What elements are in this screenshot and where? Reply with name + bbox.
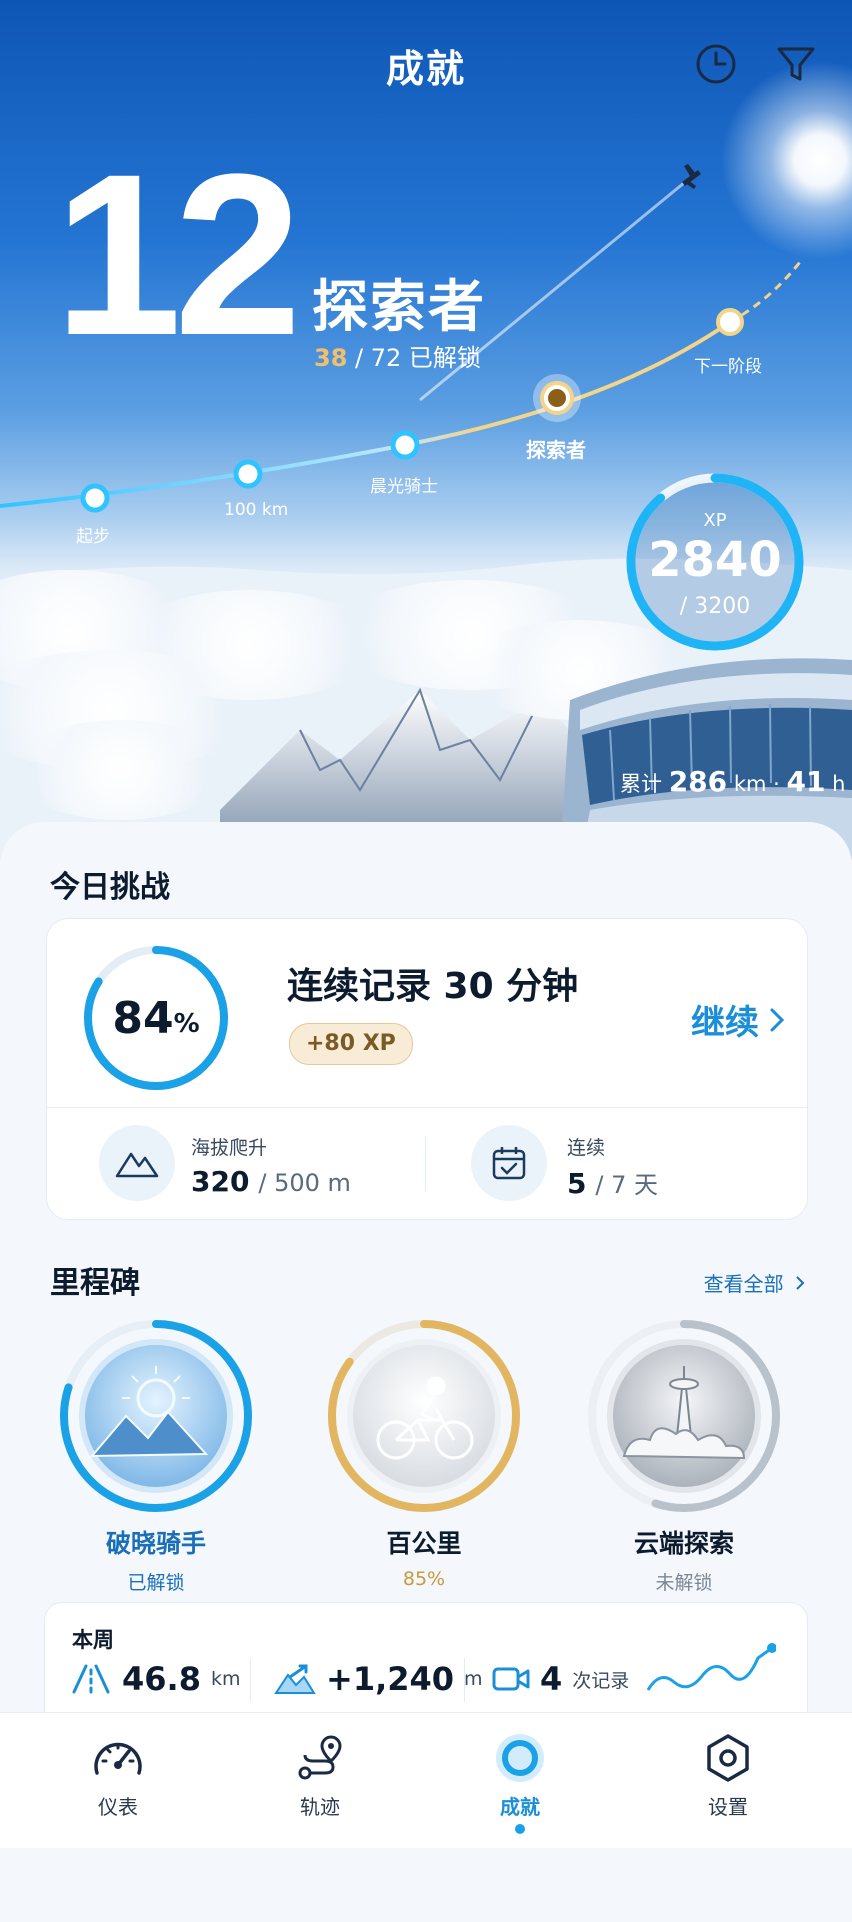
elevation-label: 海拔爬升 <box>191 1137 268 1159</box>
xp-ring: XP 2840 / 3200 <box>623 470 807 654</box>
medal-ring <box>60 1320 252 1512</box>
stat-divider <box>425 1137 426 1191</box>
bottom-tab-bar: 仪表 轨迹 成就 设置 <box>0 1712 852 1848</box>
tab-label: 设置 <box>708 1795 748 1819</box>
path-label-dawn-knight: 晨光骑士 <box>370 477 438 497</box>
path-node <box>716 308 744 336</box>
streak-value: 5 / 7 天 <box>567 1167 659 1200</box>
rank-name: 探索者 <box>312 275 486 340</box>
milestone-name: 云端探索 <box>633 1529 734 1558</box>
weekly-divider <box>250 1658 251 1702</box>
today-challenge-title: 今日挑战 <box>50 870 170 905</box>
speedometer-icon <box>94 1742 142 1775</box>
challenge-progress-ring: 84% <box>81 943 231 1093</box>
card-divider <box>47 1107 807 1108</box>
milestone-hundred-km[interactable]: 百公里 85% <box>324 1316 524 1590</box>
tab-label: 轨迹 <box>300 1795 340 1819</box>
unlocked-count: 38 <box>314 344 348 372</box>
continue-button[interactable]: 继续 <box>691 995 785 1044</box>
medal-ring <box>328 1320 520 1512</box>
xp-value: 2840 <box>648 532 782 588</box>
unlocked-total: / 72 已解锁 <box>355 344 481 372</box>
streak-label: 连续 <box>567 1137 606 1159</box>
weekly-divider <box>464 1658 465 1702</box>
history-button[interactable] <box>692 40 740 88</box>
xp-total: / 3200 <box>679 594 751 619</box>
video-icon <box>492 1667 530 1691</box>
medal-ring <box>588 1320 780 1512</box>
view-all-link[interactable]: 查看全部 <box>704 1268 806 1297</box>
tab-label: 成就 <box>500 1795 540 1819</box>
weekly-trend-sparkline <box>646 1643 776 1691</box>
settings-icon <box>707 1734 749 1782</box>
filter-button[interactable] <box>772 40 820 88</box>
weekly-climb: +1,240 m <box>274 1660 483 1698</box>
milestone-dawn-rider[interactable]: 破晓骑手 已解锁 <box>56 1316 256 1595</box>
climb-icon <box>274 1664 316 1694</box>
challenge-title: 连续记录 30 分钟 <box>287 966 579 1007</box>
streak-stat-icon <box>471 1125 547 1201</box>
active-tab-indicator <box>515 1824 525 1834</box>
milestone-status: 85% <box>402 1568 446 1590</box>
cumulative-distance: 286 <box>668 765 728 798</box>
tab-dashboard[interactable]: 仪表 <box>58 1733 178 1820</box>
level-number: 12 <box>54 126 302 383</box>
mountain-icon <box>115 1152 159 1178</box>
path-node-current <box>533 374 581 422</box>
road-icon <box>72 1664 110 1694</box>
rank-unlock-progress: 38 / 72 已解锁 <box>314 338 481 373</box>
tab-settings[interactable]: 设置 <box>668 1733 788 1820</box>
clock-icon <box>696 44 736 84</box>
weekly-records: 4 次记录 <box>492 1660 629 1698</box>
weekly-distance: 46.8 km <box>70 1660 240 1698</box>
path-label-explorer: 探索者 <box>526 438 586 462</box>
milestone-status: 未解锁 <box>655 1572 713 1594</box>
achievement-icon <box>496 1734 544 1782</box>
route-icon <box>298 1735 342 1780</box>
milestone-name: 破晓骑手 <box>105 1529 206 1558</box>
path-node <box>80 483 110 513</box>
elevation-stat-icon <box>99 1125 175 1201</box>
path-label-next: 下一阶段 <box>694 357 762 377</box>
cumulative-hours: 41 <box>786 765 826 798</box>
filter-icon <box>777 47 815 81</box>
calendar-check-icon <box>492 1147 526 1180</box>
xp-reward-badge: +80 XP <box>289 1023 413 1065</box>
milestones-title: 里程碑 <box>50 1266 140 1301</box>
xp-label: XP <box>703 510 727 531</box>
tab-route[interactable]: 轨迹 <box>260 1733 380 1820</box>
path-label-start: 起步 <box>76 527 110 547</box>
continue-label: 继续 <box>691 1003 759 1043</box>
path-node <box>233 459 263 489</box>
milestone-name: 百公里 <box>386 1529 462 1558</box>
elevation-value: 320 / 500 m <box>191 1165 351 1198</box>
milestone-cloud-explorer[interactable]: 云端探索 未解锁 <box>584 1316 784 1595</box>
tab-achievements[interactable]: 成就 <box>460 1733 580 1834</box>
chevron-right-icon <box>796 1276 805 1290</box>
challenge-card: 84% 连续记录 30 分钟 +80 XP 继续 海拔爬升 320 / 500 … <box>46 918 808 1220</box>
milestone-status: 已解锁 <box>127 1572 185 1594</box>
tab-label: 仪表 <box>98 1795 138 1819</box>
path-node <box>390 430 420 460</box>
path-label-100km: 100 km <box>224 500 289 520</box>
challenge-percent: 84 <box>112 992 174 1044</box>
chevron-right-icon <box>770 1008 785 1031</box>
weekly-title: 本周 <box>72 1628 114 1652</box>
cumulative-stats: 累计 286 km · 41 h <box>620 765 846 798</box>
